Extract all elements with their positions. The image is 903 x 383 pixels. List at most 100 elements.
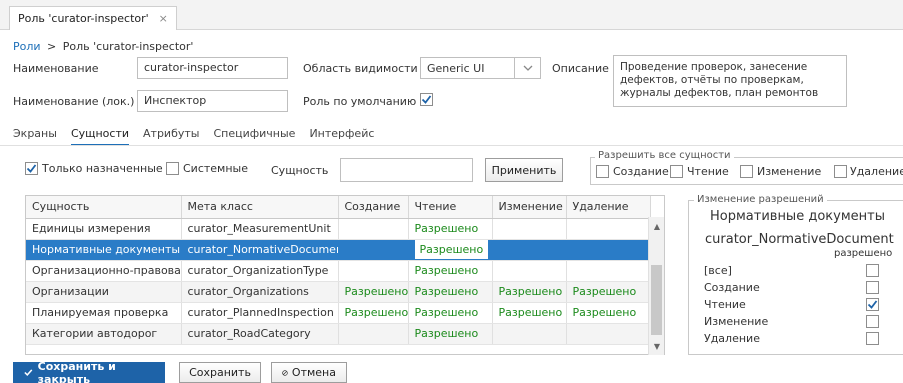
- permissions-entity-caption: Нормативные документы: [710, 209, 885, 224]
- grid-scrollbar[interactable]: ▲ ▼: [648, 217, 664, 355]
- permission-delete-checkbox[interactable]: [866, 332, 879, 345]
- allow-delete-checkbox[interactable]: [834, 165, 847, 178]
- scroll-thumb[interactable]: [651, 265, 662, 335]
- allow-all-legend: Разрешить все сущности: [595, 150, 734, 161]
- permission-read-checkbox[interactable]: [866, 298, 879, 311]
- scroll-up-icon[interactable]: ▲: [649, 219, 665, 233]
- scope-select-value: Generic UI: [427, 61, 485, 75]
- cell-delete: Разрешено: [566, 281, 651, 303]
- checkmark-icon: [867, 300, 878, 309]
- cancel-icon: [282, 369, 288, 376]
- allowed-badge: Разрешено: [414, 240, 489, 259]
- subtab-divider: [0, 145, 903, 146]
- tab-entities[interactable]: Сущности: [70, 127, 130, 146]
- default-role-checkbox[interactable]: [420, 93, 433, 106]
- cell-update: [492, 218, 567, 240]
- permission-update-checkbox[interactable]: [866, 315, 879, 328]
- cell-update: Разрешено: [492, 281, 567, 303]
- tab-specific[interactable]: Специфичные: [213, 127, 295, 146]
- name-field[interactable]: curator-inspector: [137, 57, 288, 79]
- entity-subtabs: Экраны Сущности Атрибуты Специфичные Инт…: [13, 127, 374, 146]
- localized-name-label: Наименование (лок.): [13, 95, 135, 108]
- cell-delete: [566, 239, 651, 261]
- column-header-update[interactable]: Изменение: [492, 196, 567, 219]
- column-header-delete[interactable]: Удаление: [566, 196, 651, 219]
- scope-select[interactable]: Generic UI: [420, 57, 541, 79]
- table-row[interactable]: Категории автодорог curator_RoadCategory…: [26, 323, 651, 345]
- table-row[interactable]: Организационно-правовая curator_Organiza…: [26, 260, 651, 282]
- cell-meta-class: curator_Organizations: [181, 281, 339, 303]
- cell-meta-class: curator_PlannedInspection: [181, 302, 339, 324]
- role-tab[interactable]: Роль 'curator-inspector' ×: [9, 6, 177, 30]
- permission-row-read: Чтение: [704, 296, 879, 313]
- cell-update: [492, 260, 567, 282]
- table-row-selected[interactable]: Нормативные документы curator_NormativeD…: [26, 239, 651, 261]
- cell-delete: [566, 260, 651, 282]
- save-button[interactable]: Сохранить: [179, 362, 261, 383]
- cell-entity: Единицы измерения: [26, 218, 182, 240]
- permissions-allowed-header: разрешено: [834, 248, 893, 259]
- breadcrumb: Роли > Роль 'curator-inspector': [13, 40, 193, 53]
- entities-table: Сущность Мета класс Создание Чтение Изме…: [26, 196, 651, 345]
- allow-create-label: Создание: [613, 165, 669, 178]
- breadcrumb-current: Роль 'curator-inspector': [62, 40, 194, 53]
- cell-update: [492, 239, 567, 261]
- table-row[interactable]: Планируемая проверка curator_PlannedInsp…: [26, 302, 651, 324]
- column-header-create[interactable]: Создание: [338, 196, 409, 219]
- entity-filter-input[interactable]: [340, 158, 473, 182]
- tab-attributes[interactable]: Атрибуты: [143, 127, 199, 146]
- cell-read: Разрешено: [408, 260, 493, 282]
- name-label: Наименование: [13, 62, 99, 75]
- save-and-close-label: Сохранить и закрыть: [37, 359, 116, 383]
- permission-row-update: Изменение: [704, 313, 879, 330]
- breadcrumb-separator: >: [47, 40, 57, 53]
- default-role-label: Роль по умолчанию: [303, 95, 417, 108]
- allow-update-checkbox[interactable]: [740, 165, 753, 178]
- permissions-legend: Изменение разрешений: [694, 194, 827, 205]
- assigned-only-checkbox[interactable]: [25, 162, 38, 175]
- tab-interface[interactable]: Интерфейс: [309, 127, 374, 146]
- table-row[interactable]: Организации curator_Organizations Разреш…: [26, 281, 651, 303]
- apply-button[interactable]: Применить: [485, 158, 563, 182]
- table-row[interactable]: Единицы измерения curator_MeasurementUni…: [26, 218, 651, 240]
- cancel-label: Отмена: [291, 366, 336, 379]
- allow-create-checkbox[interactable]: [596, 165, 609, 178]
- permission-label: [все]: [704, 264, 732, 277]
- permission-row-delete: Удаление: [704, 330, 879, 347]
- cell-read: Разрешено: [408, 302, 493, 324]
- permission-row-all: [все]: [704, 262, 879, 279]
- system-checkbox[interactable]: [166, 162, 179, 175]
- permission-label: Чтение: [704, 298, 746, 311]
- cancel-button[interactable]: Отмена: [271, 362, 347, 383]
- column-header-meta-class[interactable]: Мета класс: [181, 196, 339, 219]
- allow-delete-label: Удаление: [850, 165, 903, 178]
- cell-entity: Категории автодорог: [26, 323, 182, 345]
- cell-delete: [566, 218, 651, 240]
- cell-read: Разрешено: [408, 239, 493, 261]
- breadcrumb-roles-link[interactable]: Роли: [13, 40, 41, 53]
- cell-create: Разрешено: [338, 302, 409, 324]
- description-field[interactable]: Проведение проверок, занесение дефектов,…: [613, 55, 847, 107]
- permissions-list: [все] Создание Чтение Изменение Удаление: [704, 262, 879, 347]
- chevron-down-icon[interactable]: [514, 58, 540, 78]
- cell-delete: [566, 323, 651, 345]
- tab-screens[interactable]: Экраны: [13, 127, 57, 146]
- column-header-read[interactable]: Чтение: [408, 196, 493, 219]
- checkmark-icon: [26, 164, 37, 173]
- cell-update: [492, 323, 567, 345]
- description-label: Описание: [552, 62, 609, 75]
- assigned-only-label: Только назначенные: [42, 162, 163, 175]
- column-header-entity[interactable]: Сущность: [26, 196, 182, 219]
- cell-create: [338, 218, 409, 240]
- save-and-close-button[interactable]: Сохранить и закрыть: [13, 359, 165, 383]
- scroll-down-icon[interactable]: ▼: [649, 339, 665, 353]
- localized-name-field[interactable]: Инспектор: [137, 90, 288, 112]
- allow-read-checkbox[interactable]: [670, 165, 683, 178]
- permission-create-checkbox[interactable]: [866, 281, 879, 294]
- cell-create: [338, 323, 409, 345]
- permission-all-checkbox[interactable]: [866, 264, 879, 277]
- cell-entity: Организационно-правовая: [26, 260, 182, 282]
- cell-meta-class: curator_RoadCategory: [181, 323, 339, 345]
- close-icon[interactable]: ×: [159, 12, 168, 25]
- allow-update-label: Изменение: [757, 165, 822, 178]
